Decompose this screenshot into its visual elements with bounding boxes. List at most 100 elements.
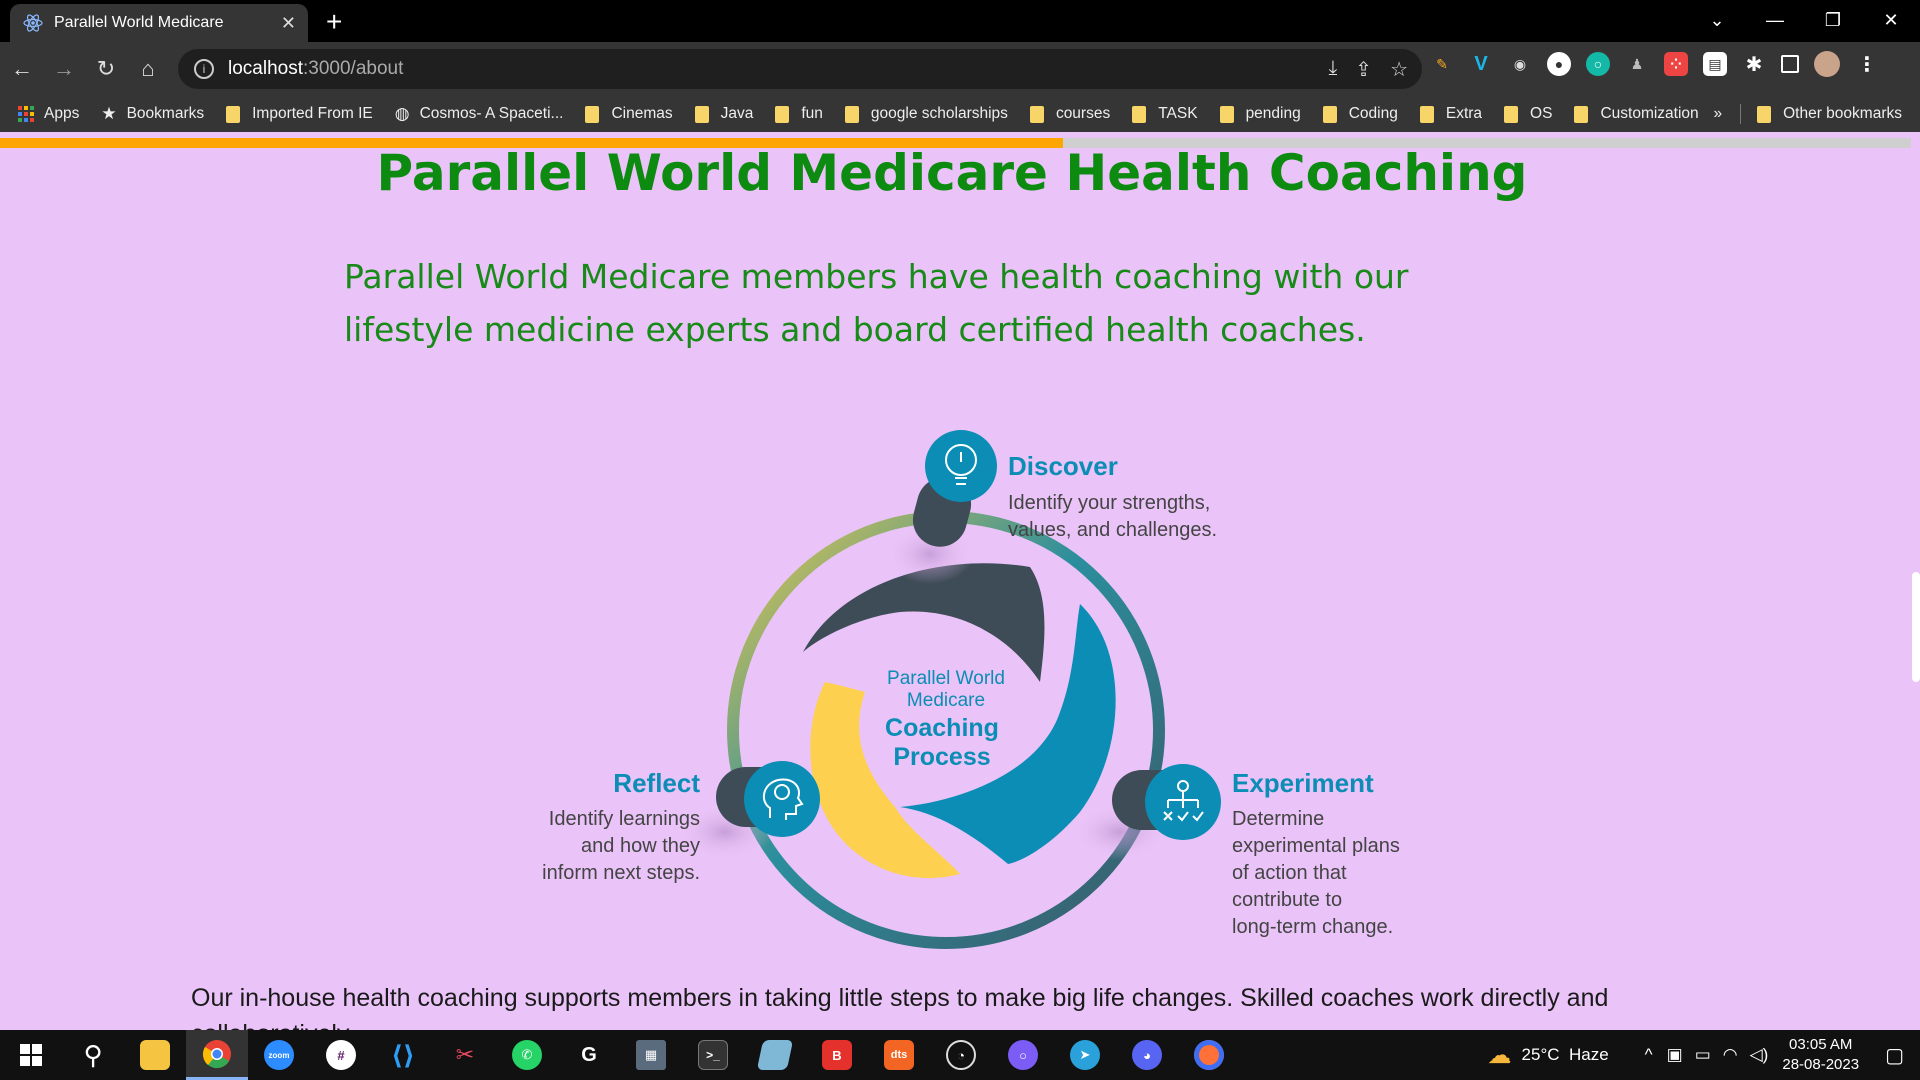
site-info-icon[interactable]: i	[194, 59, 214, 79]
page-viewport: Parallel World Medicare Health Coaching …	[0, 132, 1920, 1030]
bookmark-cosmos[interactable]: ◍ Cosmos- A Spaceti...	[395, 104, 564, 124]
battery-icon[interactable]: ▭	[1695, 1045, 1711, 1065]
bookmark-folder[interactable]: pending	[1219, 105, 1301, 123]
bookmark-apps[interactable]: Apps	[18, 105, 79, 123]
chrome-icon[interactable]	[186, 1030, 248, 1080]
grid-extension-icon[interactable]: ⁘	[1664, 52, 1688, 76]
share-icon[interactable]: ⇪	[1355, 57, 1372, 82]
show-hidden-icons-icon[interactable]: ^	[1645, 1045, 1653, 1065]
swirl-yellow-segment	[810, 682, 960, 879]
restore-icon[interactable]: ❐	[1804, 0, 1862, 40]
reload-icon[interactable]: ↻	[86, 49, 126, 89]
notifications-icon[interactable]: ▢	[1885, 1043, 1904, 1068]
bookmark-bookmarks[interactable]: ★ Bookmarks	[101, 104, 204, 124]
bookmark-folder[interactable]: Java	[694, 105, 753, 123]
vscode-icon[interactable]: ⟨⟩	[372, 1030, 434, 1080]
reflect-desc-line1: Identify learnings	[549, 808, 700, 830]
wifi-icon[interactable]: ◠	[1723, 1045, 1738, 1065]
divider	[1740, 104, 1742, 124]
bookmark-folder[interactable]: courses	[1029, 105, 1110, 123]
react-logo-icon	[22, 12, 44, 34]
windows-logo-icon	[20, 1044, 42, 1066]
dts-audio-icon[interactable]: dts	[868, 1030, 930, 1080]
vimeo-extension-icon[interactable]: V	[1469, 52, 1493, 76]
bookmark-folder[interactable]: Coding	[1322, 105, 1398, 123]
back-icon[interactable]: ←	[2, 49, 42, 89]
browser-toolbar: ← → ↻ ⌂ i localhost:3000/about ⤓ ⇪ ☆ ✎ V…	[0, 42, 1920, 96]
other-bookmarks[interactable]: Other bookmarks	[1757, 105, 1902, 123]
scrollbar-thumb[interactable]	[1912, 572, 1920, 682]
discord-icon[interactable]: ◕	[1116, 1030, 1178, 1080]
firefox-icon[interactable]	[1178, 1030, 1240, 1080]
start-button[interactable]	[0, 1030, 62, 1080]
clock[interactable]: 03:05 AM 28-08-2023	[1782, 1035, 1859, 1075]
reflect-title: Reflect	[613, 768, 700, 798]
notepad-icon[interactable]	[744, 1030, 806, 1080]
address-bar[interactable]: i localhost:3000/about ⤓ ⇪ ☆	[178, 49, 1422, 89]
bookmark-folder[interactable]: google scholarships	[844, 105, 1008, 123]
close-tab-icon[interactable]: ✕	[281, 13, 296, 34]
profile-avatar[interactable]	[1814, 51, 1840, 77]
bookmark-star-icon[interactable]: ☆	[1390, 57, 1408, 82]
note-extension-icon[interactable]: ▤	[1703, 52, 1727, 76]
bookmark-folder[interactable]: Customization	[1574, 105, 1699, 123]
side-panel-icon[interactable]	[1781, 55, 1799, 73]
home-icon[interactable]: ⌂	[128, 49, 168, 89]
bookmarks-overflow-button[interactable]: »	[1713, 105, 1722, 123]
lamp-extension-icon[interactable]: ♟	[1625, 52, 1649, 76]
volume-icon[interactable]: ◁)	[1750, 1045, 1769, 1065]
snipping-tool-icon[interactable]: ✂	[434, 1030, 496, 1080]
terminal-icon[interactable]: >_	[682, 1030, 744, 1080]
folder-icon	[585, 105, 600, 123]
bookmark-folder[interactable]: Extra	[1419, 105, 1482, 123]
bookmark-folder[interactable]: fun	[775, 105, 823, 123]
bookmark-folder[interactable]: Cinemas	[585, 105, 673, 123]
new-tab-icon[interactable]: +	[326, 6, 342, 38]
bookmark-folder[interactable]: OS	[1504, 105, 1552, 123]
discover-node	[886, 430, 997, 584]
weather-text[interactable]: 25°C Haze	[1522, 1045, 1609, 1065]
browser-tab[interactable]: Parallel World Medicare ✕	[10, 4, 308, 42]
close-window-icon[interactable]: ✕	[1862, 0, 1920, 40]
zoom-icon[interactable]: zoom	[248, 1030, 310, 1080]
url-host: localhost	[228, 58, 303, 79]
discover-title: Discover	[1008, 451, 1118, 481]
page-title: Parallel World Medicare Health Coaching	[376, 144, 1528, 202]
pen-extension-icon[interactable]: ✎	[1430, 52, 1454, 76]
folder-icon	[694, 105, 709, 123]
aperture-app-icon[interactable]: ◔	[930, 1030, 992, 1080]
whatsapp-icon[interactable]: ✆	[496, 1030, 558, 1080]
menu-dots-icon[interactable]: ⋮	[1855, 52, 1879, 76]
center-label-line2: Medicare	[907, 690, 985, 711]
apps-grid-icon	[18, 106, 34, 122]
install-app-icon[interactable]: ⤓	[1328, 57, 1337, 82]
github-desktop-icon[interactable]: G	[558, 1030, 620, 1080]
file-explorer-icon[interactable]	[124, 1030, 186, 1080]
meet-now-icon[interactable]: ▣	[1667, 1045, 1683, 1065]
tab-search-icon[interactable]: ⌄	[1688, 0, 1746, 40]
telegram-icon[interactable]: ➤	[1054, 1030, 1116, 1080]
folder-icon	[1029, 105, 1044, 123]
search-icon[interactable]: ⚲	[62, 1030, 124, 1080]
folder-icon	[1219, 105, 1234, 123]
brave-browser-icon[interactable]: B	[806, 1030, 868, 1080]
windows-taskbar: ⚲ zoom # ⟨⟩ ✂ ✆ G ▦ >_ B dts ◔ ○ ➤ ◕ ☁ 2…	[0, 1030, 1920, 1080]
minimize-icon[interactable]: —	[1746, 0, 1804, 40]
system-tray: ☁ 25°C Haze ^ ▣ ▭ ◠ ◁) 03:05 AM 28-08-20…	[1488, 1030, 1920, 1080]
tab-title: Parallel World Medicare	[54, 14, 224, 31]
globe-icon: ◍	[394, 104, 410, 123]
folder-icon	[775, 105, 790, 123]
forward-icon[interactable]: →	[44, 49, 84, 89]
purple-app-icon[interactable]: ○	[992, 1030, 1054, 1080]
bookmark-folder[interactable]: TASK	[1132, 105, 1198, 123]
calculator-icon[interactable]: ▦	[620, 1030, 682, 1080]
bookmark-folder[interactable]: Imported From IE	[226, 105, 373, 123]
experiment-desc-line5: long-term change.	[1232, 916, 1393, 938]
chat-extension-icon[interactable]: ○	[1586, 52, 1610, 76]
coaching-process-diagram: Parallel World Medicare Coaching Process…	[542, 430, 1400, 949]
circle-extension-icon[interactable]: ●	[1547, 52, 1571, 76]
puzzle-extensions-icon[interactable]: ✱	[1742, 52, 1766, 76]
center-label-line1: Parallel World	[887, 668, 1005, 689]
owl-extension-icon[interactable]: ◉	[1508, 52, 1532, 76]
slack-icon[interactable]: #	[310, 1030, 372, 1080]
